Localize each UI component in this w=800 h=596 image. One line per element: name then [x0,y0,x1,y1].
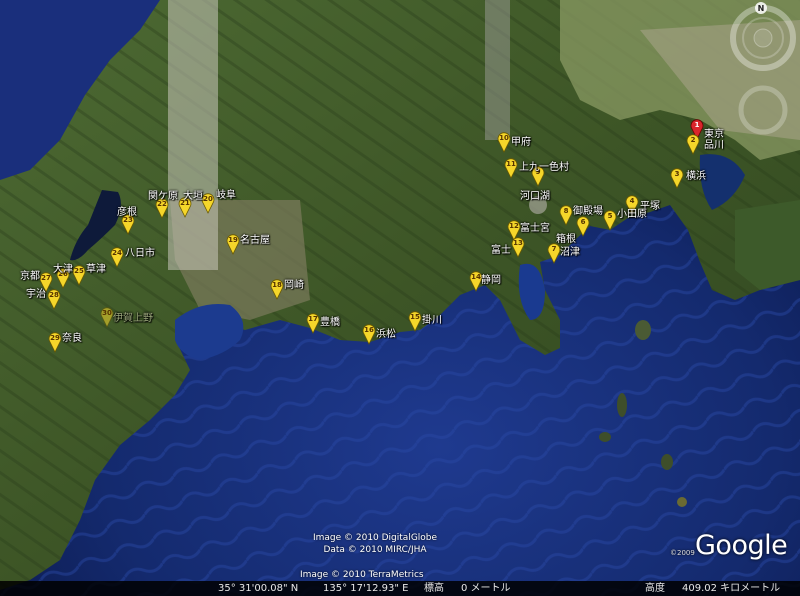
marker-label-14: 静岡 [481,275,501,286]
elevation-value: 0 メートル [461,583,511,594]
marker-label-5: 小田原 [617,209,647,220]
marker-label-13: 富士 [491,245,511,256]
marker-15[interactable]: 15 [408,310,422,332]
marker-label-26: 大津 [53,264,73,275]
marker-19[interactable]: 19 [226,233,240,255]
marker-25[interactable]: 25 [72,264,86,286]
marker-17[interactable]: 17 [306,312,320,334]
elevation-label: 標高 [424,583,444,594]
marker-10[interactable]: 10 [497,131,511,153]
marker-label-8: 御殿場 [573,206,603,217]
marker-label-3: 横浜 [686,171,706,182]
longitude-readout: 135° 17'12.93" E [323,583,409,594]
compass-ring[interactable] [730,5,796,71]
marker-label-7: 沼津 [560,247,580,258]
marker-label-17: 豊橋 [320,317,340,328]
marker-3[interactable]: 3 [670,167,684,189]
marker-label-22: 関ケ原 [148,191,178,202]
marker-label-9: 河口湖 [520,191,550,202]
marker-label-28: 宇治 [26,289,46,300]
marker-16[interactable]: 16 [362,323,376,345]
look-control[interactable] [738,85,788,135]
altitude-value: 409.02 キロメートル [682,583,781,594]
google-logo: Google [695,530,788,561]
marker-label-23: 彦根 [117,207,137,218]
marker-24[interactable]: 24 [110,246,124,268]
marker-label-29: 奈良 [62,333,82,344]
marker-2[interactable]: 2 [686,133,700,155]
marker-28[interactable]: 28 [47,288,61,310]
marker-label-25: 草津 [86,264,106,275]
credit-mirc: Data © 2010 MIRC/JHA [323,545,427,555]
satellite-imagery [0,0,800,596]
marker-label-27: 京都 [20,271,40,282]
credit-terrametrics: Image © 2010 TerraMetrics [300,570,424,580]
marker-label-2: 品川 [704,140,724,151]
marker-13[interactable]: 13 [511,236,525,258]
marker-6[interactable]: 6 [576,215,590,237]
compass-north-label: N [758,4,765,13]
marker-30[interactable]: 30 [100,306,114,328]
navigation-control[interactable]: N [727,0,799,135]
imagery-credits: Image © 2010 DigitalGlobe Data © 2010 MI… [290,532,460,556]
marker-8[interactable]: 8 [559,204,573,226]
marker-label-30: 伊賀上野 [113,313,153,324]
marker-label-15: 掛川 [422,315,442,326]
map-view[interactable]: 1 東京 2 品川 3 横浜 4 平塚 5 小田原 6 箱根 7 沼津 8 御殿… [0,0,800,596]
marker-5[interactable]: 5 [603,209,617,231]
marker-label-20: 岐阜 [216,190,236,201]
marker-label-24: 八日市 [125,248,155,259]
latitude-readout: 35° 31'00.08" N [218,583,299,594]
copyright-year: ©2009 [670,549,695,557]
marker-29[interactable]: 29 [48,331,62,353]
marker-20[interactable]: 20 [201,192,215,214]
marker-18[interactable]: 18 [270,278,284,300]
altitude-label: 高度 [645,583,665,594]
credit-digitalglobe: Image © 2010 DigitalGlobe [312,533,438,543]
marker-label-10: 甲府 [511,137,531,148]
marker-label-19: 名古屋 [240,235,270,246]
marker-11[interactable]: 11 [504,157,518,179]
marker-label-21: 大垣 [183,191,203,202]
status-bar: 35° 31'00.08" N 135° 17'12.93" E 標高 0 メー… [0,581,800,596]
marker-label-16: 浜松 [376,329,396,340]
marker-label-12: 富士宮 [520,223,550,234]
marker-label-11: 上九一色村 [519,162,569,173]
marker-label-18: 岡崎 [284,280,304,291]
marker-7[interactable]: 7 [547,242,561,264]
